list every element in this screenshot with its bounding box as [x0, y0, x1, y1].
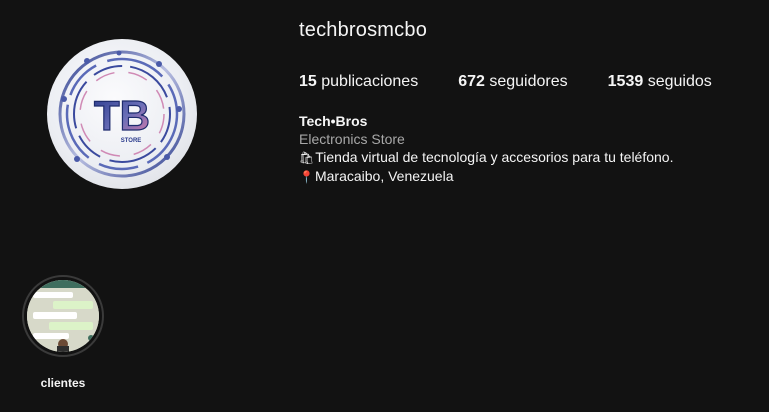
- svg-text:STORE: STORE: [121, 138, 142, 144]
- profile-username[interactable]: techbrosmcbo: [299, 19, 427, 42]
- followers-label: seguidores: [489, 73, 568, 90]
- following-label: seguidos: [647, 73, 712, 90]
- tb-logo-icon: TB STORE: [58, 50, 186, 178]
- story-highlight-clientes[interactable]: clientes: [20, 275, 106, 390]
- highlight-label: clientes: [40, 376, 86, 390]
- pushpin-icon: 📍: [299, 170, 314, 184]
- bio-description: 🛍Tienda virtual de tecnología y accesori…: [299, 148, 674, 167]
- highlight-cover-image: [27, 280, 99, 352]
- following-stat[interactable]: 1539 seguidos: [608, 73, 712, 91]
- bio-description-text: Tienda virtual de tecnología y accesorio…: [315, 149, 674, 165]
- bio-location-text: Maracaibo, Venezuela: [314, 168, 454, 184]
- svg-text:TB: TB: [94, 92, 150, 139]
- posts-label: publicaciones: [321, 73, 419, 90]
- followers-count: 672: [458, 73, 485, 90]
- shopping-bags-icon: 🛍: [299, 151, 315, 165]
- bio-category[interactable]: Electronics Store: [299, 130, 674, 148]
- bio-location: 📍Maracaibo, Venezuela: [299, 167, 674, 186]
- profile-avatar[interactable]: TB STORE: [47, 39, 197, 189]
- profile-stats: 15 publicaciones 672 seguidores 1539 seg…: [299, 73, 752, 91]
- posts-stat[interactable]: 15 publicaciones: [299, 73, 418, 91]
- posts-count: 15: [299, 73, 317, 90]
- profile-bio: Tech•Bros Electronics Store 🛍Tienda virt…: [299, 112, 674, 186]
- followers-stat[interactable]: 672 seguidores: [458, 73, 567, 91]
- bio-name: Tech•Bros: [299, 113, 368, 129]
- profile-page: TB STORE techbrosmcbo 15 publicaciones 6…: [0, 0, 769, 412]
- chat-screenshot-icon: [27, 280, 99, 352]
- highlight-ring: [22, 275, 104, 357]
- following-count: 1539: [607, 73, 644, 90]
